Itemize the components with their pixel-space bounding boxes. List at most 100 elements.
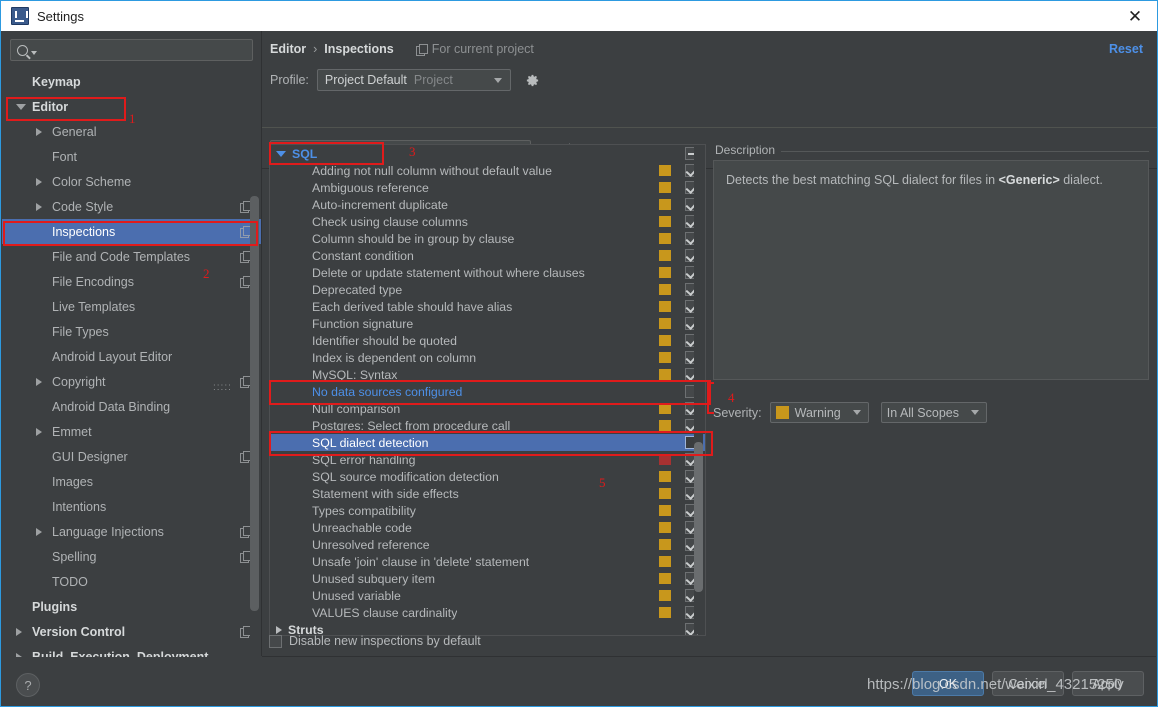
severity-select[interactable]: Warning [769,402,869,423]
inspection-row[interactable]: Delete or update statement without where… [270,264,705,281]
inspection-row[interactable]: Check using clause columns [270,213,705,230]
disable-new-inspections-checkbox[interactable] [269,634,282,648]
severity-swatch[interactable] [659,522,671,533]
inspection-row[interactable]: No data sources configured [270,383,705,400]
inspection-row[interactable]: Null comparison [270,400,705,417]
search-input[interactable] [37,42,246,58]
severity-swatch[interactable] [659,539,671,550]
sidebar-item-language-injections[interactable]: Language Injections [2,519,261,544]
inspection-row[interactable]: Constant condition [270,247,705,264]
sidebar-item-gui-designer[interactable]: GUI Designer [2,444,261,469]
sidebar-item-plugins[interactable]: Plugins [2,594,261,619]
inspection-row[interactable]: Unresolved reference [270,536,705,553]
sidebar-item-images[interactable]: Images [2,469,261,494]
severity-swatch[interactable] [659,454,671,465]
inspection-row[interactable]: VALUES clause cardinality [270,604,705,621]
severity-swatch[interactable] [659,369,671,380]
severity-swatch[interactable] [659,471,671,482]
sidebar-item-code-style[interactable]: Code Style [2,194,261,219]
disable-new-inspections-row[interactable]: Disable new inspections by default [269,634,481,648]
inspection-group-row[interactable]: SQL [270,145,705,162]
inspection-row[interactable]: Unused variable [270,587,705,604]
breadcrumb-parent[interactable]: Editor [270,42,306,56]
severity-swatch[interactable] [659,403,671,414]
inspection-row[interactable]: SQL source modification detection [270,468,705,485]
inspection-row[interactable]: Column should be in group by clause [270,230,705,247]
inspection-row[interactable]: Unreachable code [270,519,705,536]
chevron-down-icon[interactable] [16,103,32,110]
close-icon[interactable]: ✕ [1121,5,1149,27]
inspection-row[interactable]: Ambiguous reference [270,179,705,196]
severity-swatch[interactable] [659,556,671,567]
severity-swatch[interactable] [659,488,671,499]
severity-swatch[interactable] [659,607,671,618]
severity-swatch[interactable] [659,505,671,516]
inspection-row[interactable]: Adding not null column without default v… [270,162,705,179]
chevron-right-icon[interactable] [36,377,52,386]
inspection-row[interactable]: Types compatibility [270,502,705,519]
sidebar-item-file-types[interactable]: File Types [2,319,261,344]
severity-swatch[interactable] [659,335,671,346]
severity-swatch[interactable] [659,301,671,312]
severity-swatch[interactable] [659,573,671,584]
chevron-right-icon[interactable] [36,127,52,136]
sidebar-item-keymap[interactable]: Keymap [2,69,261,94]
splitter-handle[interactable]: ::::: [213,382,235,393]
chevron-right-icon[interactable] [36,202,52,211]
severity-swatch[interactable] [659,216,671,227]
sidebar-item-general[interactable]: General [2,119,261,144]
list-scrollbar-thumb[interactable] [694,442,703,592]
inspection-row[interactable]: Function signature [270,315,705,332]
sidebar-scrollbar-thumb[interactable] [250,196,259,611]
chevron-right-icon[interactable] [16,627,32,636]
severity-swatch[interactable] [659,590,671,601]
inspection-row[interactable]: Index is dependent on column [270,349,705,366]
severity-swatch[interactable] [659,165,671,176]
severity-swatch[interactable] [659,267,671,278]
severity-swatch[interactable] [659,199,671,210]
inspection-row[interactable]: MySQL: Syntax [270,366,705,383]
sidebar-item-android-layout-editor[interactable]: Android Layout Editor [2,344,261,369]
sidebar-item-file-encodings[interactable]: File Encodings [2,269,261,294]
inspection-row[interactable]: Auto-increment duplicate [270,196,705,213]
inspection-row[interactable]: Unsafe 'join' clause in 'delete' stateme… [270,553,705,570]
severity-swatch[interactable] [659,420,671,431]
severity-swatch[interactable] [659,233,671,244]
sidebar-search-box[interactable] [10,39,253,61]
sidebar-item-live-templates[interactable]: Live Templates [2,294,261,319]
inspection-row[interactable]: SQL dialect detection [270,434,705,451]
cancel-button[interactable]: Cancel [992,671,1064,696]
ok-button[interactable]: OK [912,671,984,696]
help-icon[interactable]: ? [16,673,40,697]
profile-select[interactable]: Project Default Project [316,69,511,91]
sidebar-item-version-control[interactable]: Version Control [2,619,261,644]
inspection-row[interactable]: Unused subquery item [270,570,705,587]
sidebar-item-android-data-binding[interactable]: Android Data Binding [2,394,261,419]
scope-select[interactable]: In All Scopes [880,402,987,423]
inspection-row[interactable]: Each derived table should have alias [270,298,705,315]
chevron-right-icon[interactable] [36,177,52,186]
sidebar-item-spelling[interactable]: Spelling [2,544,261,569]
severity-swatch[interactable] [659,318,671,329]
inspections-list[interactable]: SQL Adding not null column without defaul… [269,144,706,636]
inspection-row[interactable]: Identifier should be quoted [270,332,705,349]
severity-swatch[interactable] [659,284,671,295]
sidebar-item-inspections[interactable]: Inspections [2,219,261,244]
chevron-right-icon[interactable] [36,427,52,436]
sidebar-item-color-scheme[interactable]: Color Scheme [2,169,261,194]
reset-button[interactable]: Reset [1109,42,1143,56]
inspection-row[interactable]: SQL error handling [270,451,705,468]
inspection-row[interactable]: Postgres: Select from procedure call [270,417,705,434]
inspection-row[interactable]: Statement with side effects [270,485,705,502]
sidebar-item-todo[interactable]: TODO [2,569,261,594]
sidebar-item-font[interactable]: Font [2,144,261,169]
chevron-right-icon[interactable] [36,527,52,536]
sidebar-item-file-and-code-templates[interactable]: File and Code Templates [2,244,261,269]
gear-icon[interactable] [525,73,540,88]
severity-swatch[interactable] [659,250,671,261]
sidebar-item-emmet[interactable]: Emmet [2,419,261,444]
sidebar-item-editor[interactable]: Editor [2,94,261,119]
severity-swatch[interactable] [659,352,671,363]
inspection-row[interactable]: Deprecated type [270,281,705,298]
apply-button[interactable]: Apply [1072,671,1144,696]
